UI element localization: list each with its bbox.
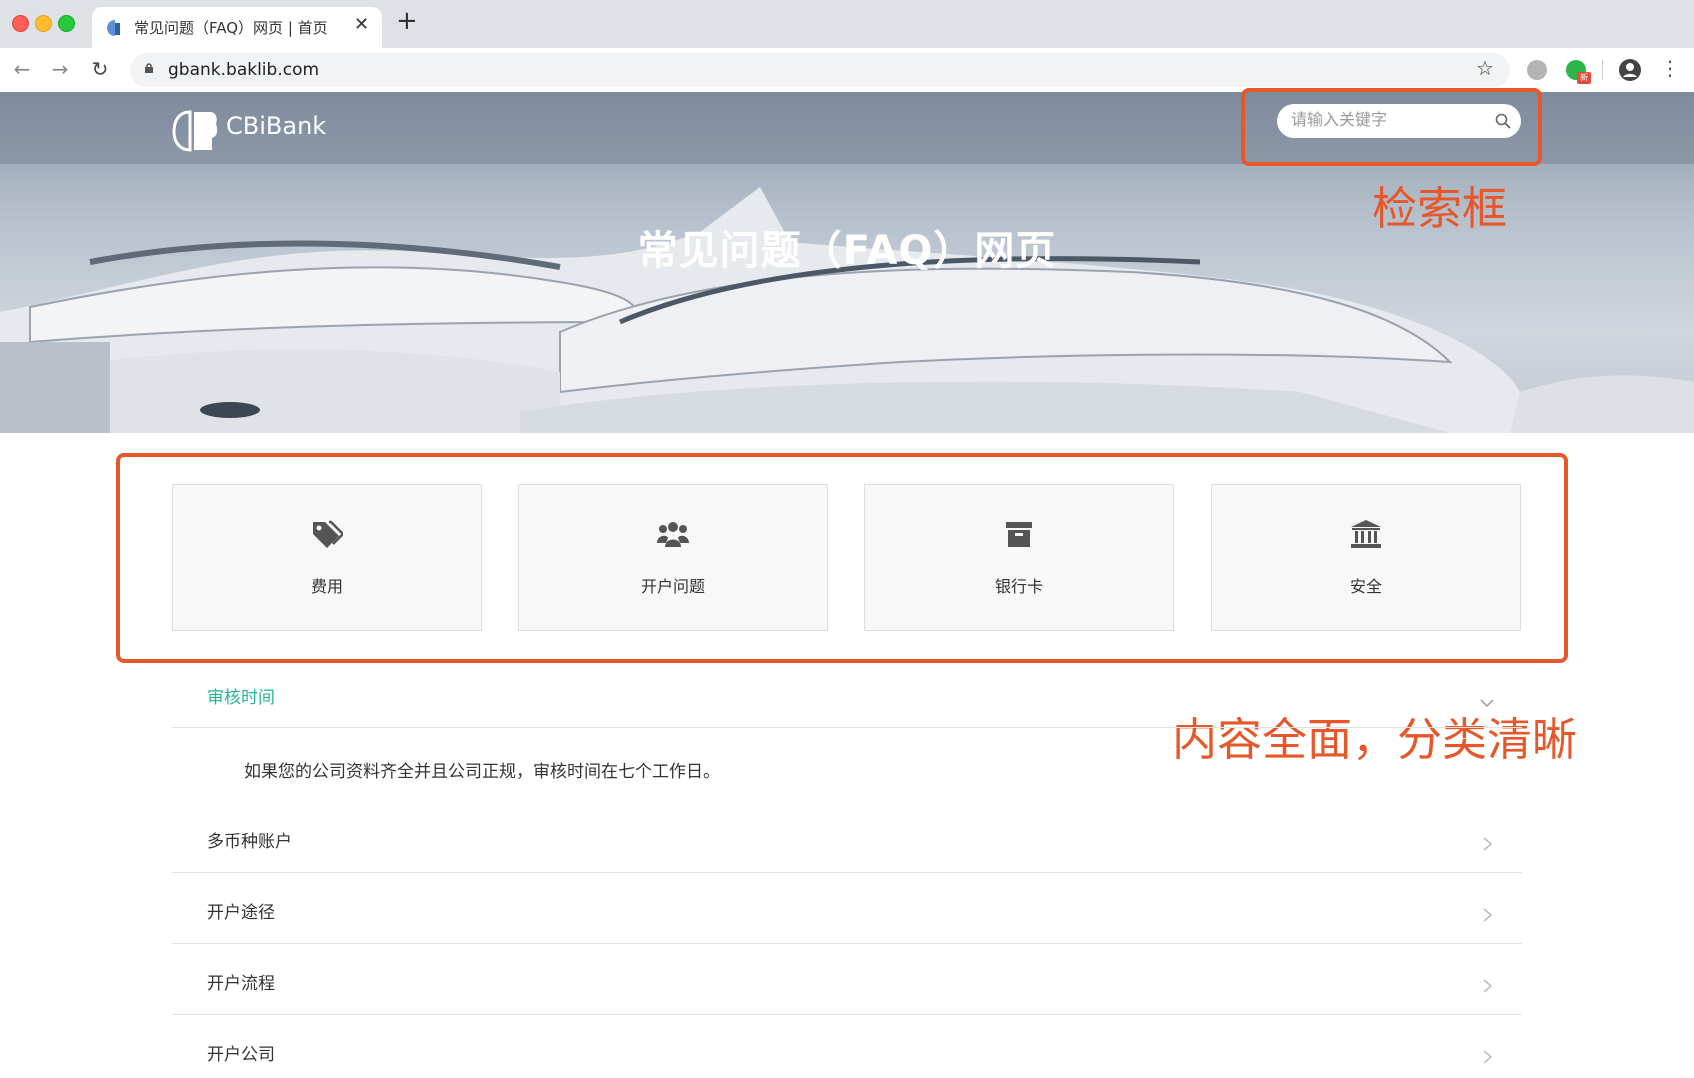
- search-annotation-label: 检索框: [1372, 182, 1508, 235]
- site-favicon-icon: [107, 20, 120, 36]
- back-arrow-icon[interactable]: ←: [8, 55, 36, 83]
- reload-icon[interactable]: ↻: [86, 55, 114, 83]
- tab-close-icon[interactable]: ✕: [354, 14, 369, 35]
- users-icon: [657, 522, 689, 547]
- category-label: 开户问题: [640, 577, 705, 596]
- faq-item-expanded[interactable]: 审核时间: [172, 670, 1522, 728]
- chevron-right-icon[interactable]: [1480, 908, 1494, 922]
- window-maximize-button[interactable]: [58, 15, 75, 32]
- faq-item-title: 开户途径: [207, 903, 275, 923]
- faq-item-title: 开户流程: [207, 974, 275, 994]
- extension-badge: 新: [1577, 72, 1591, 84]
- toolbar-divider: [1602, 60, 1603, 80]
- category-card-security[interactable]: 安全: [1211, 484, 1521, 631]
- window-close-button[interactable]: [12, 15, 29, 32]
- address-bar[interactable]: gbank.baklib.com ☆: [130, 53, 1510, 87]
- window-minimize-button[interactable]: [35, 15, 52, 32]
- chevron-down-icon[interactable]: [1480, 696, 1494, 710]
- chevron-right-icon[interactable]: [1480, 1050, 1494, 1064]
- browser-tab[interactable]: 常见问题（FAQ）网页 | 首页 ✕: [92, 7, 382, 48]
- faq-item-title: 开户公司: [207, 1045, 275, 1065]
- forward-arrow-icon[interactable]: →: [46, 55, 74, 83]
- profile-avatar-icon[interactable]: [1618, 58, 1642, 82]
- category-card-account[interactable]: 开户问题: [518, 484, 828, 631]
- category-card-bank-card[interactable]: 银行卡: [864, 484, 1174, 631]
- browser-toolbar: ← → ↻ gbank.baklib.com ☆ 新 ⋮: [0, 48, 1694, 93]
- search-annotation-box: [1241, 88, 1542, 166]
- chevron-right-icon[interactable]: [1480, 979, 1494, 993]
- browser-tab-bar: 常见问题（FAQ）网页 | 首页 ✕ +: [0, 0, 1694, 48]
- faq-item-title: 多币种账户: [207, 832, 292, 852]
- extension-globe-icon[interactable]: [1527, 60, 1547, 80]
- browser-menu-icon[interactable]: ⋮: [1660, 56, 1680, 80]
- faq-item[interactable]: 开户途径: [172, 872, 1522, 944]
- archive-icon: [1006, 522, 1032, 547]
- bookmark-star-icon[interactable]: ☆: [1476, 56, 1494, 80]
- faq-answer: 如果您的公司资料齐全并且公司正规，审核时间在七个工作日。: [244, 762, 720, 782]
- tags-icon: [313, 520, 343, 548]
- new-tab-button[interactable]: +: [396, 8, 418, 34]
- category-label: 银行卡: [994, 577, 1043, 596]
- faq-item[interactable]: 开户流程: [172, 943, 1522, 1015]
- lock-icon: [145, 63, 153, 73]
- faq-item[interactable]: 开户公司: [172, 1014, 1522, 1078]
- category-label: 安全: [1349, 577, 1382, 596]
- chevron-right-icon[interactable]: [1480, 837, 1494, 851]
- faq-item[interactable]: 多币种账户: [172, 801, 1522, 873]
- bank-icon: [1351, 520, 1381, 548]
- faq-item-title: 审核时间: [207, 688, 275, 708]
- tab-title: 常见问题（FAQ）网页 | 首页: [134, 19, 328, 37]
- site-logo-text[interactable]: CBiBank: [226, 112, 326, 140]
- category-card-fees[interactable]: 费用: [172, 484, 482, 631]
- category-label: 费用: [310, 577, 343, 596]
- cbibank-logo-icon[interactable]: [172, 106, 220, 152]
- url-text: gbank.baklib.com: [168, 60, 320, 80]
